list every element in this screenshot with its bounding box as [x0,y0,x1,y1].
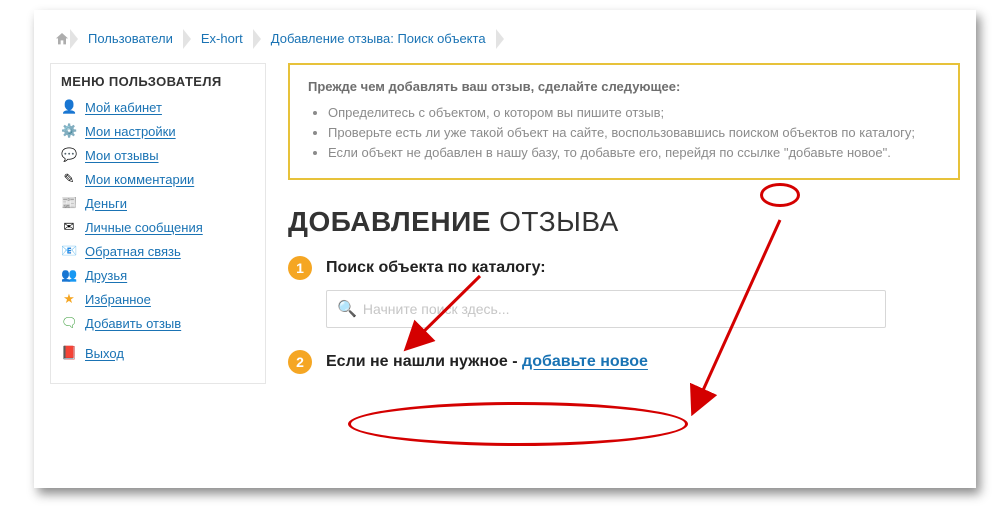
breadcrumb-users[interactable]: Пользователи [82,28,185,49]
user-menu: МЕНЮ ПОЛЬЗОВАТЕЛЯ 👤 Мой кабинет ⚙️ Мои нас… [50,63,266,384]
sidebar-item-add[interactable]: 🗨 Добавить отзыв [61,311,255,335]
sidebar-item-label: Мой кабинет [85,100,162,115]
sidebar-item-cabinet[interactable]: 👤 Мой кабинет [61,95,255,119]
sidebar-item-label: Обратная связь [85,244,181,259]
sidebar-item-label: Мои отзывы [85,148,159,163]
annotation-circle [760,183,800,207]
sidebar-item-favorite[interactable]: ★ Избранное [61,287,255,311]
step-badge: 1 [288,256,312,280]
news-icon: 📰 [61,195,77,211]
pencil-icon: ✎ [61,171,77,187]
user-menu-title: МЕНЮ ПОЛЬЗОВАТЕЛЯ [61,74,255,89]
mail-icon: ✉ [61,219,77,235]
exit-icon: 📕 [61,345,77,361]
breadcrumb-user[interactable]: Ex-hort [195,28,255,49]
sidebar-item-label: Мои комментарии [85,172,194,187]
sidebar-item-friends[interactable]: 👥 Друзья [61,263,255,287]
sidebar-item-settings[interactable]: ⚙️ Мои настройки [61,119,255,143]
notice-bullet: Проверьте есть ли уже такой объект на са… [328,123,940,143]
page-title: ДОБАВЛЕНИЕ ОТЗЫВА [288,206,960,238]
chat-icon: 💬 [61,147,77,163]
sidebar-item-exit[interactable]: 📕 Выход [61,341,255,365]
sidebar-item-comments[interactable]: ✎ Мои комментарии [61,167,255,191]
sidebar-item-label: Выход [85,346,124,361]
step-1-label: Поиск объекта по каталогу: [326,259,546,277]
notice-bullet: Определитесь с объектом, о котором вы пи… [328,103,940,123]
annotation-circle [348,402,688,446]
gear-icon: ⚙️ [61,123,77,139]
bubble-icon: 🗨 [61,315,77,331]
sidebar-item-label: Личные сообщения [85,220,203,235]
search-icon: 🔍 [337,299,357,319]
breadcrumb-home[interactable] [50,31,72,47]
add-new-link[interactable]: добавьте новое [522,353,648,370]
sidebar-item-reviews[interactable]: 💬 Мои отзывы [61,143,255,167]
breadcrumb: Пользователи Ex-hort Добавление отзыва: … [50,22,960,63]
sidebar-item-label: Избранное [85,292,151,307]
sidebar-item-money[interactable]: 📰 Деньги [61,191,255,215]
notice-lead: Прежде чем добавлять ваш отзыв, сделайте… [308,77,940,97]
catalog-search[interactable]: 🔍 [326,290,886,328]
star-icon: ★ [61,291,77,307]
step-badge: 2 [288,350,312,374]
home-icon [54,31,70,47]
sidebar-item-label: Добавить отзыв [85,316,181,331]
breadcrumb-current[interactable]: Добавление отзыва: Поиск объекта [265,28,498,49]
people-icon: 👥 [61,267,77,283]
sidebar-item-label: Друзья [85,268,127,283]
step-2: 2 Если не нашли нужное - добавьте новое [288,350,960,374]
step-1: 1 Поиск объекта по каталогу: [288,256,960,280]
main-content: Прежде чем добавлять ваш отзыв, сделайте… [288,63,960,384]
envelope-icon: 📧 [61,243,77,259]
sidebar-item-messages[interactable]: ✉ Личные сообщения [61,215,255,239]
sidebar-item-label: Мои настройки [85,124,176,139]
notice-box: Прежде чем добавлять ваш отзыв, сделайте… [288,63,960,180]
sidebar-item-feedback[interactable]: 📧 Обратная связь [61,239,255,263]
sidebar-item-label: Деньги [85,196,127,211]
step-2-label: Если не нашли нужное - добавьте новое [326,353,648,371]
notice-bullet: Если объект не добавлен в нашу базу, то … [328,143,940,163]
catalog-search-input[interactable] [363,301,875,317]
user-icon: 👤 [61,99,77,115]
